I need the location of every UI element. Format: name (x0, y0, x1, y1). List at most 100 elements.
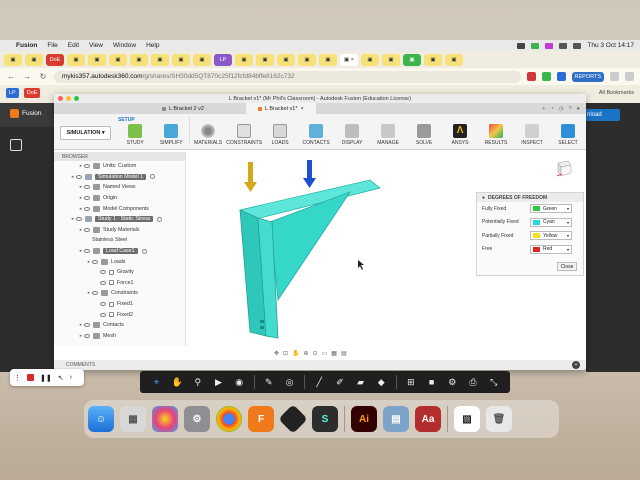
browser-node[interactable]: ▸ Study 1 - Static Stress (54, 214, 185, 225)
browser-node[interactable]: Force1 (54, 278, 185, 289)
pause-icon[interactable]: ❚❚ (40, 374, 52, 382)
back-icon[interactable]: ← (6, 72, 16, 81)
pen-tool-icon[interactable]: ✎ (258, 373, 279, 391)
look-at-icon[interactable]: ⊡ (283, 350, 288, 357)
forward-icon[interactable]: → (22, 72, 32, 81)
profile-icon[interactable] (625, 72, 634, 81)
visibility-eye-icon[interactable] (100, 280, 106, 285)
chrome-tab[interactable]: ▣ (445, 53, 463, 66)
doc-tab-l-bracket-v1[interactable]: L Bracket v1* × (245, 103, 316, 114)
chrome-tab[interactable]: ▣ (109, 53, 127, 66)
status-icon[interactable] (531, 42, 540, 49)
cube-icon[interactable]: ◆ (371, 373, 392, 391)
ribbon-contacts[interactable]: CONTACTS (298, 124, 334, 146)
chrome-tab[interactable]: ▣ (403, 53, 421, 66)
dictionary-icon[interactable]: Aa (415, 406, 441, 432)
visibility-eye-icon[interactable] (84, 206, 90, 211)
ribbon-results[interactable]: RESULTS (478, 124, 514, 146)
pan-icon[interactable]: ✋ (292, 350, 299, 357)
checkbox-icon[interactable] (109, 280, 114, 286)
ribbon-constraints[interactable]: CONSTRAINTS (226, 124, 262, 146)
browser-node[interactable]: ▸ Constraints (54, 288, 185, 299)
collapse-icon[interactable]: ⤡ (483, 373, 504, 391)
browser-node[interactable]: ▸ Simulation Model 1 (54, 172, 185, 183)
document-icon[interactable]: ▧ (454, 406, 480, 432)
visibility-eye-icon[interactable] (100, 302, 106, 307)
menu-file[interactable]: File (47, 42, 57, 49)
job-status-icon[interactable]: ◔ (550, 106, 553, 112)
viewcube-icon[interactable] (554, 158, 574, 178)
help-icon[interactable]: ? (569, 106, 572, 112)
ribbon-manage[interactable]: MANAGE (370, 124, 406, 146)
photos-icon[interactable] (152, 406, 178, 432)
chrome-tab-doe[interactable]: DoE (46, 53, 64, 66)
ribbon-loads[interactable]: LOADS (262, 124, 298, 146)
eye-icon[interactable]: ◎ (279, 373, 300, 391)
record-box-icon[interactable]: ■ (421, 373, 442, 391)
visibility-eye-icon[interactable] (84, 164, 90, 169)
dof-color-select[interactable]: Yellow ▾ (530, 231, 572, 241)
browser-node[interactable]: Gravity (54, 267, 185, 278)
menu-window[interactable]: Window (113, 42, 136, 49)
workspace-selector[interactable]: SIMULATION ▾ (60, 126, 112, 140)
launchpad-icon[interactable]: ▦ (120, 406, 146, 432)
chrome-tab[interactable]: ▣ (4, 53, 22, 66)
checkbox-icon[interactable] (109, 312, 114, 318)
finder-icon[interactable]: ☺ (88, 406, 114, 432)
extension-icon[interactable] (610, 72, 619, 81)
visibility-eye-icon[interactable] (92, 291, 98, 296)
add-comment-icon[interactable]: + (572, 361, 580, 369)
checkbox-icon[interactable] (109, 269, 114, 275)
visibility-eye-icon[interactable] (76, 217, 82, 222)
menu-help[interactable]: Help (146, 42, 159, 49)
marker-icon[interactable]: ╱ (309, 373, 330, 391)
chrome-tab[interactable]: ▣ (319, 53, 337, 66)
sketchup-icon[interactable]: S (312, 406, 338, 432)
dof-color-select[interactable]: Red ▾ (530, 244, 572, 254)
extension-icon[interactable] (526, 72, 536, 81)
chrome-tab[interactable]: ▣ (424, 53, 442, 66)
zoom-icon[interactable]: ⊕ (304, 350, 309, 357)
app-icon[interactable] (278, 404, 308, 434)
status-icon[interactable] (517, 42, 526, 49)
visibility-eye-icon[interactable] (76, 174, 82, 179)
bookmark-lp[interactable]: LP (6, 88, 19, 98)
reload-icon[interactable]: ↻ (38, 72, 48, 81)
chrome-tab[interactable]: ▣ (193, 53, 211, 66)
browser-node[interactable]: ▸ Study Materials (54, 225, 185, 236)
illustrator-icon[interactable]: Ai (351, 406, 377, 432)
browser-node[interactable]: ▸ Units: Custom (54, 161, 185, 172)
ribbon-ansys[interactable]: Λ ANSYS (442, 124, 478, 146)
browser-node[interactable]: Fixed2 (54, 309, 185, 320)
bookmark-doe[interactable]: DoE (23, 88, 41, 98)
account-icon[interactable]: ● (577, 106, 580, 112)
viewports-icon[interactable]: ▤ (341, 350, 347, 357)
fusion-icon[interactable]: F (248, 406, 274, 432)
chrome-tab[interactable]: ▣ (130, 53, 148, 66)
visibility-eye-icon[interactable] (84, 185, 90, 190)
doc-tab-l-bracket-2[interactable]: L Bracket 2 v2 (150, 103, 216, 114)
orbit-icon[interactable]: ✥ (274, 350, 279, 357)
chrome-tab[interactable]: ▣ (151, 53, 169, 66)
close-window-button[interactable] (58, 96, 63, 101)
menubar-clock[interactable]: Thu 3 Oct 14:17 (587, 42, 634, 49)
menu-app-name[interactable]: Fusion (16, 42, 37, 49)
tab-setup[interactable]: SETUP (118, 117, 135, 123)
browser-node[interactable]: ▸ Model Components (54, 203, 185, 214)
browser-node[interactable]: ▸ Loads (54, 256, 185, 267)
chrome-tab-active[interactable]: ▣ × (340, 53, 358, 66)
data-panel-icon[interactable] (10, 139, 22, 151)
menu-edit[interactable]: Edit (68, 42, 79, 49)
battery-icon[interactable] (573, 42, 582, 49)
browser-node[interactable]: ▸ Mesh (54, 331, 185, 342)
wifi-icon[interactable] (559, 42, 568, 49)
system-settings-icon[interactable]: ⚙ (184, 406, 210, 432)
add-tab-icon[interactable]: + (542, 106, 545, 112)
ribbon-display[interactable]: DISPLAY (334, 124, 370, 146)
reports-button[interactable]: REPORTS (571, 71, 604, 82)
extension-icon[interactable] (556, 72, 566, 81)
activate-radio-icon[interactable] (150, 174, 156, 180)
camera-icon[interactable]: ▶ (208, 373, 229, 391)
trash-icon[interactable]: 🗑 (486, 406, 512, 432)
visibility-eye-icon[interactable] (84, 196, 90, 201)
